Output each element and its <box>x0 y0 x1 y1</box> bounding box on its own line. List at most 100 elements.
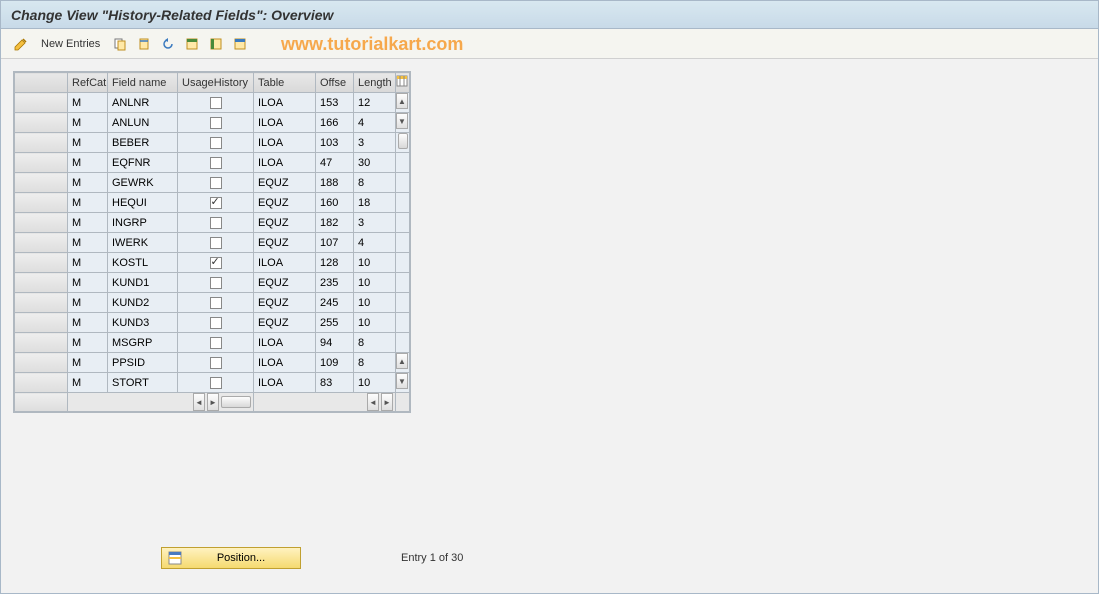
usagehistory-checkbox[interactable] <box>210 157 222 169</box>
select-all-icon[interactable] <box>182 34 202 54</box>
cell-table[interactable]: ILOA <box>254 353 316 373</box>
usagehistory-checkbox[interactable] <box>210 197 222 209</box>
vscroll-up-button-2[interactable]: ▲ <box>396 353 408 369</box>
cell-fieldname[interactable]: INGRP <box>108 213 178 233</box>
cell-refcat[interactable]: M <box>68 353 108 373</box>
vscroll-track[interactable] <box>396 153 410 173</box>
cell-length[interactable]: 12 <box>354 93 396 113</box>
usagehistory-checkbox[interactable] <box>210 257 222 269</box>
cell-refcat[interactable]: M <box>68 193 108 213</box>
cell-refcat[interactable]: M <box>68 313 108 333</box>
cell-offset[interactable]: 235 <box>316 273 354 293</box>
usagehistory-checkbox[interactable] <box>210 177 222 189</box>
cell-table[interactable]: EQUZ <box>254 173 316 193</box>
cell-length[interactable]: 18 <box>354 193 396 213</box>
col-header-offset[interactable]: Offse <box>316 73 354 93</box>
vscroll-track[interactable] <box>396 233 410 253</box>
copy-as-icon[interactable] <box>110 34 130 54</box>
cell-table[interactable]: ILOA <box>254 373 316 393</box>
vscroll-thumb[interactable] <box>398 133 408 149</box>
cell-refcat[interactable]: M <box>68 373 108 393</box>
cell-table[interactable]: ILOA <box>254 93 316 113</box>
cell-table[interactable]: ILOA <box>254 113 316 133</box>
usagehistory-checkbox[interactable] <box>210 317 222 329</box>
col-header-refcat[interactable]: RefCat <box>68 73 108 93</box>
hscroll-left-button[interactable]: ◄ <box>193 393 205 411</box>
cell-offset[interactable]: 107 <box>316 233 354 253</box>
hscroll-right-button[interactable]: ► <box>207 393 219 411</box>
cell-table[interactable]: ILOA <box>254 133 316 153</box>
cell-fieldname[interactable]: KUND3 <box>108 313 178 333</box>
cell-offset[interactable]: 160 <box>316 193 354 213</box>
toggle-display-change-icon[interactable] <box>11 34 31 54</box>
cell-fieldname[interactable]: GEWRK <box>108 173 178 193</box>
usagehistory-checkbox[interactable] <box>210 297 222 309</box>
vscroll-down-button-2[interactable]: ▼ <box>396 373 408 389</box>
cell-length[interactable]: 10 <box>354 273 396 293</box>
cell-length[interactable]: 30 <box>354 153 396 173</box>
usagehistory-checkbox[interactable] <box>210 137 222 149</box>
row-selector[interactable] <box>15 353 68 373</box>
cell-length[interactable]: 8 <box>354 173 396 193</box>
vscroll-track[interactable] <box>396 213 410 233</box>
vscroll-track[interactable] <box>396 193 410 213</box>
row-selector[interactable] <box>15 293 68 313</box>
cell-fieldname[interactable]: KUND1 <box>108 273 178 293</box>
cell-offset[interactable]: 255 <box>316 313 354 333</box>
col-header-fieldname[interactable]: Field name <box>108 73 178 93</box>
cell-fieldname[interactable]: ANLNR <box>108 93 178 113</box>
row-selector[interactable] <box>15 333 68 353</box>
cell-refcat[interactable]: M <box>68 333 108 353</box>
hscroll-left-button-2[interactable]: ◄ <box>367 393 379 411</box>
usagehistory-checkbox[interactable] <box>210 277 222 289</box>
cell-table[interactable]: EQUZ <box>254 273 316 293</box>
table-settings-icon[interactable] <box>396 73 410 93</box>
row-selector[interactable] <box>15 253 68 273</box>
vscroll-down-button[interactable]: ▼ <box>396 113 408 129</box>
position-button[interactable]: Position... <box>161 547 301 569</box>
cell-offset[interactable]: 94 <box>316 333 354 353</box>
cell-refcat[interactable]: M <box>68 173 108 193</box>
cell-length[interactable]: 4 <box>354 233 396 253</box>
cell-fieldname[interactable]: IWERK <box>108 233 178 253</box>
cell-fieldname[interactable]: BEBER <box>108 133 178 153</box>
cell-length[interactable]: 10 <box>354 253 396 273</box>
cell-fieldname[interactable]: STORT <box>108 373 178 393</box>
usagehistory-checkbox[interactable] <box>210 97 222 109</box>
cell-refcat[interactable]: M <box>68 273 108 293</box>
cell-offset[interactable]: 182 <box>316 213 354 233</box>
undo-change-icon[interactable] <box>158 34 178 54</box>
cell-length[interactable]: 8 <box>354 333 396 353</box>
vscroll-track[interactable] <box>396 313 410 333</box>
row-selector[interactable] <box>15 153 68 173</box>
cell-table[interactable]: ILOA <box>254 253 316 273</box>
vscroll-track[interactable] <box>396 273 410 293</box>
row-selector[interactable] <box>15 213 68 233</box>
cell-table[interactable]: EQUZ <box>254 293 316 313</box>
vscroll-track[interactable] <box>396 173 410 193</box>
cell-offset[interactable]: 103 <box>316 133 354 153</box>
usagehistory-checkbox[interactable] <box>210 237 222 249</box>
cell-length[interactable]: 8 <box>354 353 396 373</box>
cell-length[interactable]: 10 <box>354 293 396 313</box>
col-header-usagehistory[interactable]: UsageHistory <box>178 73 254 93</box>
cell-offset[interactable]: 166 <box>316 113 354 133</box>
cell-refcat[interactable]: M <box>68 93 108 113</box>
cell-fieldname[interactable]: ANLUN <box>108 113 178 133</box>
cell-refcat[interactable]: M <box>68 133 108 153</box>
select-block-icon[interactable] <box>206 34 226 54</box>
cell-refcat[interactable]: M <box>68 253 108 273</box>
row-selector[interactable] <box>15 313 68 333</box>
cell-offset[interactable]: 245 <box>316 293 354 313</box>
cell-refcat[interactable]: M <box>68 113 108 133</box>
row-selector[interactable] <box>15 273 68 293</box>
cell-table[interactable]: EQUZ <box>254 233 316 253</box>
row-selector[interactable] <box>15 193 68 213</box>
col-header-table[interactable]: Table <box>254 73 316 93</box>
cell-fieldname[interactable]: EQFNR <box>108 153 178 173</box>
cell-offset[interactable]: 188 <box>316 173 354 193</box>
deselect-all-icon[interactable] <box>230 34 250 54</box>
row-selector[interactable] <box>15 93 68 113</box>
delete-icon[interactable] <box>134 34 154 54</box>
cell-length[interactable]: 10 <box>354 313 396 333</box>
